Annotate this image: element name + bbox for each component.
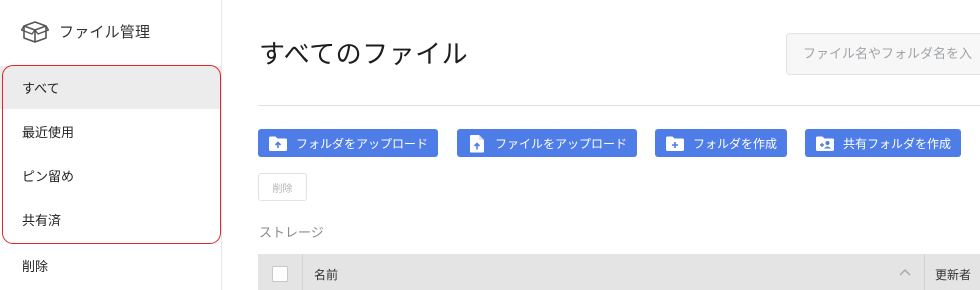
- sidebar-item-label: 共有済: [22, 214, 62, 229]
- main-content: すべてのファイル フォルダをアップロード ファイルをアップロード: [222, 0, 980, 290]
- section-label-storage: ストレージ: [259, 226, 324, 241]
- column-separator: [924, 254, 925, 290]
- search-input[interactable]: [786, 33, 980, 75]
- button-label: フォルダを作成: [693, 136, 778, 151]
- brand: ファイル管理: [20, 17, 150, 45]
- sidebar: ファイル管理 すべて 最近使用 ピン留め 共有済 削除: [0, 0, 222, 290]
- sidebar-item-pinned[interactable]: ピン留め: [0, 154, 221, 197]
- divider: [258, 105, 980, 106]
- button-label: フォルダをアップロード: [296, 136, 429, 151]
- sidebar-item-label: すべて: [22, 82, 60, 97]
- box-icon: [20, 18, 50, 44]
- sidebar-item-deleted[interactable]: 削除: [0, 244, 221, 287]
- sidebar-item-label: 削除: [22, 260, 49, 275]
- folder-upload-icon: [268, 134, 288, 152]
- brand-title: ファイル管理: [59, 22, 151, 41]
- upload-file-button[interactable]: ファイルをアップロード: [457, 129, 638, 157]
- page-title: すべてのファイル: [259, 40, 469, 70]
- sidebar-item-recent[interactable]: 最近使用: [0, 110, 221, 153]
- delete-button[interactable]: 削除: [258, 173, 307, 201]
- table-header: 名前 更新者: [258, 254, 980, 290]
- folder-add-icon: [665, 134, 685, 152]
- sidebar-item-shared[interactable]: 共有済: [0, 198, 221, 241]
- select-all-checkbox[interactable]: [272, 266, 288, 282]
- column-separator: [302, 254, 303, 290]
- sidebar-item-label: 最近使用: [22, 126, 75, 141]
- create-shared-folder-button[interactable]: 共有フォルダを作成: [805, 129, 962, 157]
- column-header-updater[interactable]: 更新者: [935, 266, 971, 283]
- sidebar-item-all[interactable]: すべて: [0, 66, 221, 109]
- sidebar-item-label: ピン留め: [22, 170, 75, 185]
- shared-folder-icon: [815, 134, 835, 152]
- chevron-up-icon[interactable]: [898, 266, 912, 278]
- file-upload-icon: [467, 134, 487, 152]
- column-header-name[interactable]: 名前: [314, 266, 338, 283]
- button-label: ファイルをアップロード: [495, 136, 628, 151]
- create-folder-button[interactable]: フォルダを作成: [655, 129, 788, 157]
- upload-folder-button[interactable]: フォルダをアップロード: [258, 129, 439, 157]
- button-label: 共有フォルダを作成: [843, 136, 952, 151]
